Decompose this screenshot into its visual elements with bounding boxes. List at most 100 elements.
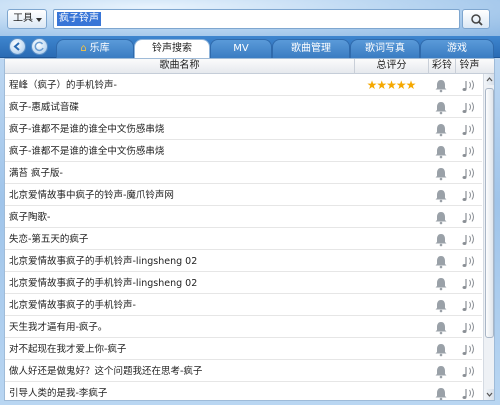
music-note-icon[interactable] <box>457 166 479 182</box>
tab-mv-label: MV <box>233 43 249 54</box>
table-row[interactable]: 疯子-惠威试音碟 <box>5 97 482 118</box>
music-note-icon[interactable] <box>457 364 479 380</box>
ringtone-results-table: 歌曲名称 总评分 彩铃 铃声 程峰（疯子）的手机铃声- ★★★★★ 疯子-惠威试音碟… <box>4 58 495 401</box>
tab-ringtone-search-label: 铃声搜索 <box>152 43 192 54</box>
table-header: 歌曲名称 总评分 彩铃 铃声 <box>5 59 494 74</box>
top-toolbar: 工具 疯子铃声 <box>0 0 500 36</box>
music-note-icon[interactable] <box>457 210 479 226</box>
song-name[interactable]: 疯子陶歌- <box>9 207 349 228</box>
refresh-icon <box>34 41 44 52</box>
refresh-button[interactable] <box>31 38 48 55</box>
table-row[interactable]: 失恋-第五天的疯子 <box>5 229 482 250</box>
scroll-thumb[interactable] <box>485 88 494 338</box>
tab-ringtone-search[interactable]: 铃声搜索 <box>134 39 210 58</box>
rating-stars <box>355 185 427 206</box>
bell-icon[interactable] <box>431 233 451 247</box>
tab-games[interactable]: 游戏 <box>420 39 494 58</box>
bell-icon[interactable] <box>431 123 451 137</box>
bell-icon[interactable] <box>431 277 451 291</box>
music-note-icon[interactable] <box>457 188 479 204</box>
tab-mv[interactable]: MV <box>210 39 272 58</box>
music-note-icon[interactable] <box>457 78 479 94</box>
bell-icon[interactable] <box>431 101 451 115</box>
song-name[interactable]: 满苔 疯子版- <box>9 163 349 184</box>
bell-icon[interactable] <box>431 387 451 400</box>
song-name[interactable]: 北京爱情故事疯子的手机铃声-lingsheng 02 <box>9 251 349 272</box>
table-row[interactable]: 对不起现在我才爱上你-疯子 <box>5 339 482 360</box>
table-row[interactable]: 满苔 疯子版- <box>5 163 482 184</box>
table-row[interactable]: 北京爱情故事疯子的手机铃声- <box>5 295 482 316</box>
tab-library[interactable]: ⌂ 乐库 <box>56 39 134 58</box>
song-name[interactable]: 失恋-第五天的疯子 <box>9 229 349 250</box>
table-row[interactable]: 做人好还是做鬼好？这个问题我还在思考-疯子 <box>5 361 482 382</box>
song-name[interactable]: 程峰（疯子）的手机铃声- <box>9 75 349 96</box>
tab-song-management-label: 歌曲管理 <box>291 43 331 54</box>
table-row[interactable]: 疯子-谁都不是谁的谁全中文伤感串烧 <box>5 119 482 140</box>
music-note-icon[interactable] <box>457 122 479 138</box>
music-note-icon[interactable] <box>457 386 479 400</box>
search-icon <box>471 14 483 26</box>
rating-stars <box>355 229 427 250</box>
table-row[interactable]: 程峰（疯子）的手机铃声- ★★★★★ <box>5 75 482 96</box>
bell-icon[interactable] <box>431 79 451 93</box>
song-name[interactable]: 北京爱情故事疯子的手机铃声- <box>9 295 349 316</box>
bell-icon[interactable] <box>431 255 451 269</box>
song-name[interactable]: 北京爱情故事中疯子的铃声-魔爪铃声网 <box>9 185 349 206</box>
bell-icon[interactable] <box>431 167 451 181</box>
music-note-icon[interactable] <box>457 342 479 358</box>
bell-icon[interactable] <box>431 365 451 379</box>
rating-stars <box>355 97 427 118</box>
tab-lyrics-photo[interactable]: 歌词写真 <box>350 39 420 58</box>
header-song-name[interactable]: 歌曲名称 <box>5 59 354 74</box>
header-color-ring[interactable]: 彩铃 <box>428 59 455 74</box>
music-note-icon[interactable] <box>457 100 479 116</box>
rating-stars <box>355 273 427 294</box>
table-row[interactable]: 疯子陶歌- <box>5 207 482 228</box>
bell-icon[interactable] <box>431 321 451 335</box>
rating-stars <box>355 251 427 272</box>
chevron-down-icon <box>486 392 493 397</box>
scroll-up-button[interactable] <box>484 74 494 85</box>
search-button[interactable] <box>462 9 490 29</box>
table-row[interactable]: 北京爱情故事疯子的手机铃声-lingsheng 02 <box>5 273 482 294</box>
rating-stars <box>355 141 427 162</box>
bell-icon[interactable] <box>431 189 451 203</box>
music-note-icon[interactable] <box>457 254 479 270</box>
song-name[interactable]: 引导人类的是我-李疯子 <box>9 383 349 400</box>
song-name[interactable]: 疯子-惠威试音碟 <box>9 97 349 118</box>
rating-stars <box>355 339 427 360</box>
header-total-rating[interactable]: 总评分 <box>354 59 428 74</box>
scroll-down-button[interactable] <box>484 389 494 400</box>
vertical-scrollbar[interactable] <box>483 74 494 400</box>
bell-icon[interactable] <box>431 343 451 357</box>
song-name[interactable]: 对不起现在我才爱上你-疯子 <box>9 339 349 360</box>
song-name[interactable]: 天生我才逼有用-疯子。 <box>9 317 349 338</box>
tools-menu-label: 工具 <box>13 13 33 24</box>
rating-stars <box>355 119 427 140</box>
bell-icon[interactable] <box>431 145 451 159</box>
rating-stars <box>355 295 427 316</box>
song-name[interactable]: 疯子-谁都不是谁的谁全中文伤感串烧 <box>9 141 349 162</box>
song-name[interactable]: 北京爱情故事疯子的手机铃声-lingsheng 02 <box>9 273 349 294</box>
search-input[interactable]: 疯子铃声 <box>53 9 460 29</box>
chevron-up-icon <box>486 77 493 82</box>
bell-icon[interactable] <box>431 211 451 225</box>
music-note-icon[interactable] <box>457 232 479 248</box>
song-name[interactable]: 做人好还是做鬼好？这个问题我还在思考-疯子 <box>9 361 349 382</box>
tools-menu-button[interactable]: 工具 <box>7 9 47 29</box>
back-button[interactable] <box>9 38 26 55</box>
music-note-icon[interactable] <box>457 298 479 314</box>
header-ringtone[interactable]: 铃声 <box>455 59 483 74</box>
bell-icon[interactable] <box>431 299 451 313</box>
table-row[interactable]: 北京爱情故事中疯子的铃声-魔爪铃声网 <box>5 185 482 206</box>
music-note-icon[interactable] <box>457 320 479 336</box>
music-note-icon[interactable] <box>457 276 479 292</box>
song-name[interactable]: 疯子-谁都不是谁的谁全中文伤感串烧 <box>9 119 349 140</box>
table-row[interactable]: 天生我才逼有用-疯子。 <box>5 317 482 338</box>
tab-song-management[interactable]: 歌曲管理 <box>272 39 350 58</box>
table-row[interactable]: 疯子-谁都不是谁的谁全中文伤感串烧 <box>5 141 482 162</box>
table-row[interactable]: 引导人类的是我-李疯子 <box>5 383 482 400</box>
table-row[interactable]: 北京爱情故事疯子的手机铃声-lingsheng 02 <box>5 251 482 272</box>
music-note-icon[interactable] <box>457 144 479 160</box>
rating-stars: ★★★★★ <box>366 78 417 92</box>
